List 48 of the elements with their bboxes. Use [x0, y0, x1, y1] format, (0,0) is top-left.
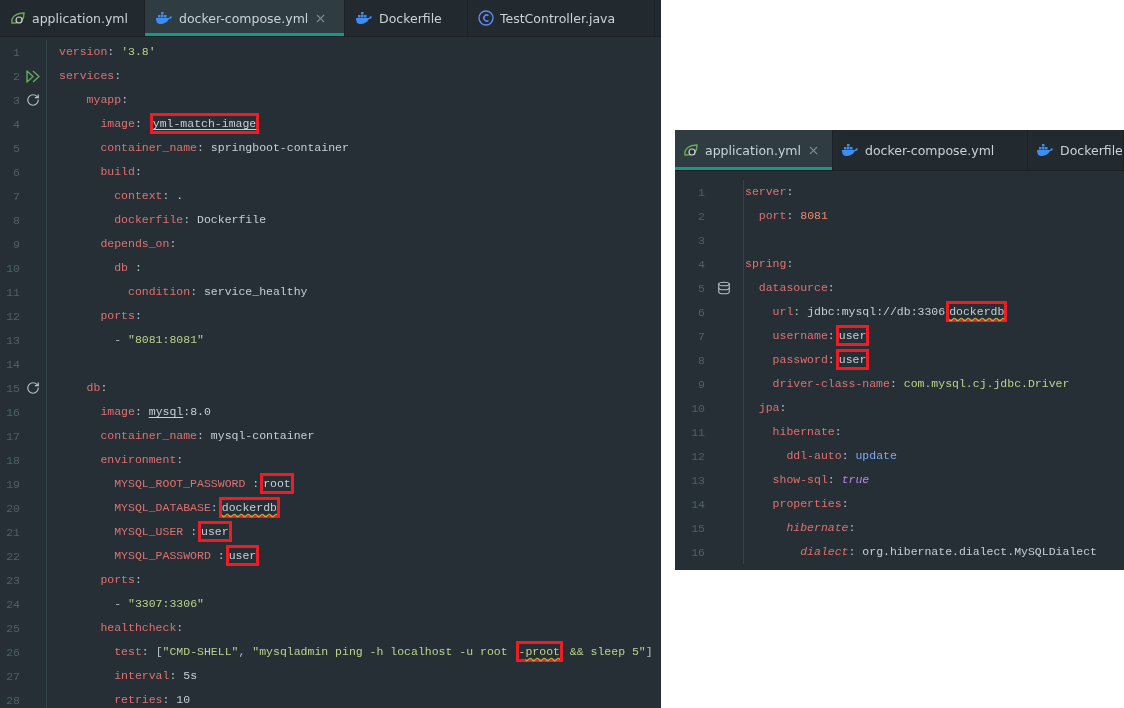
code-line: environment:: [99, 452, 184, 468]
code-line: db:: [85, 380, 108, 396]
editor-tab[interactable]: TestController.java: [468, 0, 655, 36]
code-line: condition: service_healthy: [127, 284, 308, 300]
code-line: ports:: [99, 308, 142, 324]
code-line: depends_on:: [99, 236, 177, 252]
code-line: MYSQL_USER : user: [59, 520, 232, 544]
code-line: driver-class-name: com.mysql.cj.jdbc.Driver: [771, 376, 1070, 392]
editor-tab[interactable]: Dockerfile: [1028, 130, 1124, 170]
code-line: hibernate:: [771, 424, 842, 440]
code-line: db :: [113, 260, 142, 276]
code-line: build:: [99, 164, 142, 180]
code-line: services:: [59, 68, 122, 84]
code-line: interval: 5s: [113, 668, 198, 684]
editor-tab[interactable]: docker-compose.yml: [833, 130, 1028, 170]
code-line: healthcheck:: [99, 620, 184, 636]
editor-tab[interactable]: application.yml: [675, 130, 833, 170]
code-line: test: ["CMD-SHELL", "mysqladmin ping -h localhost -u root -proot && sleep 5"]: [59, 640, 653, 664]
code-line: context: .: [113, 188, 184, 204]
code-line: url: jdbc:mysql://db:3306 dockerdb: [745, 300, 1008, 324]
code-line: - "8081:8081": [113, 332, 204, 348]
code-line: spring:: [745, 256, 794, 272]
code-line: server:: [745, 184, 794, 200]
code-line: dockerfile: Dockerfile: [113, 212, 267, 228]
code-line: container_name: mysql-container: [99, 428, 315, 444]
code-line: myapp:: [85, 92, 129, 108]
code-line: username: user: [745, 324, 870, 348]
code-line: password: user: [745, 348, 870, 372]
code-line: jpa:: [757, 400, 787, 416]
code-line: show-sql: true: [771, 472, 870, 488]
code-line: image: mysql:8.0: [99, 404, 211, 420]
code-line: hibernate:: [785, 520, 856, 536]
code-line: retries: 10: [113, 692, 191, 708]
code-line: datasource:: [757, 280, 835, 296]
editor-tab[interactable]: Dockerfile: [345, 0, 468, 36]
code-line: port: 8081: [757, 208, 828, 224]
code-line: - "3307:3306": [113, 596, 204, 612]
code-line: MYSQL_DATABASE: dockerdb: [59, 496, 280, 520]
code-line: MYSQL_PASSWORD : user: [59, 544, 260, 568]
code-line: container_name: springboot-container: [99, 140, 349, 156]
code-line: ports:: [99, 572, 142, 588]
code-line: MYSQL_ROOT_PASSWORD : root: [59, 472, 294, 496]
code-line: properties:: [771, 496, 849, 512]
code-line: image: yml-match-image: [59, 112, 260, 136]
editor-tab[interactable]: docker-compose.yml: [145, 0, 345, 36]
code-line: ddl-auto: update: [785, 448, 897, 464]
code-line: dialect: org.hibernate.dialect.MySQLDialect: [799, 544, 1097, 560]
code-line: version: '3.8': [59, 44, 156, 60]
